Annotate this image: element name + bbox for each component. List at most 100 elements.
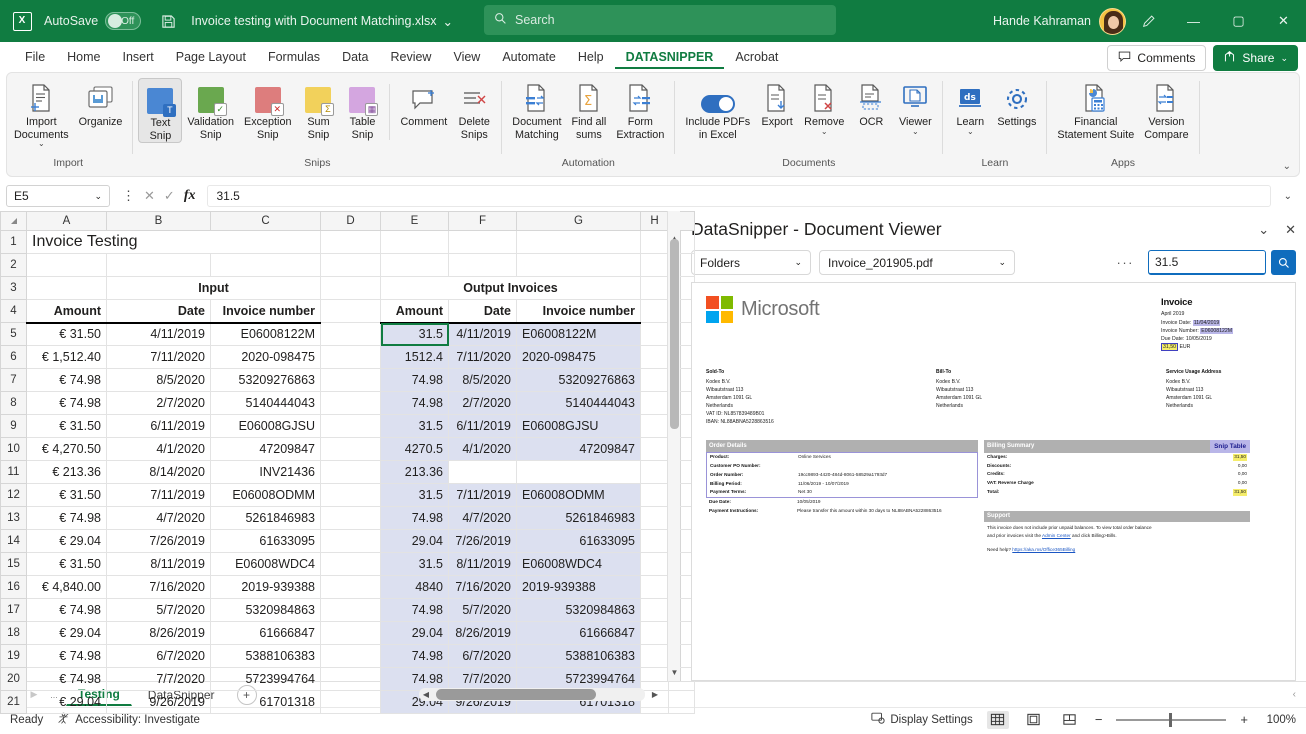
table-row[interactable]: 18€ 29.048/26/20196166684729.048/26/2019…: [1, 622, 695, 645]
folder-select[interactable]: Folders ⌄: [691, 250, 811, 275]
cell-empty[interactable]: [27, 254, 107, 277]
cell-output-date[interactable]: 8/11/2019: [449, 553, 517, 576]
column-header-G[interactable]: G: [517, 212, 641, 231]
row-header-3[interactable]: 3: [1, 277, 27, 300]
page-layout-view-button[interactable]: [1023, 711, 1045, 729]
row-header-4[interactable]: 4: [1, 300, 27, 323]
comment-button[interactable]: Comment: [395, 78, 452, 129]
cell-empty[interactable]: [641, 231, 669, 254]
ribbon-tab-help[interactable]: Help: [567, 46, 615, 68]
cell-output-invoice[interactable]: 61633095: [517, 530, 641, 553]
cell-output-amount[interactable]: 31.5: [381, 553, 449, 576]
cell-input-invoice[interactable]: 5320984863: [211, 599, 321, 622]
ribbon-tab-automate[interactable]: Automate: [491, 46, 567, 68]
cell-output-date[interactable]: 5/7/2020: [449, 599, 517, 622]
chevron-down-icon[interactable]: ⌄: [442, 14, 452, 29]
cell-output-invoice[interactable]: 5320984863: [517, 599, 641, 622]
row-header-7[interactable]: 7: [1, 369, 27, 392]
ribbon-tab-review[interactable]: Review: [379, 46, 442, 68]
cell-output-amount[interactable]: 31.5: [381, 484, 449, 507]
cell-empty[interactable]: [641, 576, 669, 599]
document-title[interactable]: Invoice testing with Document Matching.x…: [191, 14, 453, 29]
table-row[interactable]: 9€ 31.506/11/2019E06008GJSU31.56/11/2019…: [1, 415, 695, 438]
pen-icon[interactable]: [1126, 0, 1171, 42]
viewer-more-options-icon[interactable]: ···: [1117, 255, 1141, 270]
cell-input-amount[interactable]: € 213.36: [27, 461, 107, 484]
settings-button[interactable]: Settings: [992, 78, 1041, 129]
admin-center-link[interactable]: Admin Center: [1042, 533, 1071, 538]
zoom-in-button[interactable]: +: [1240, 712, 1248, 727]
zoom-level[interactable]: 100%: [1262, 714, 1296, 726]
invoice-number-snip[interactable]: E06008122M: [1200, 328, 1233, 334]
cell-output-date[interactable]: 8/5/2020: [449, 369, 517, 392]
row-header-18[interactable]: 18: [1, 622, 27, 645]
snip-table-button[interactable]: Snip Table: [1210, 440, 1250, 452]
include-pdfs-toggle[interactable]: Include PDFsin Excel: [680, 78, 755, 141]
header-input-amount[interactable]: Amount: [27, 300, 107, 323]
learn-button[interactable]: ds Learn ⌄: [948, 78, 992, 135]
column-header-C[interactable]: C: [211, 212, 321, 231]
viewer-button[interactable]: Viewer ⌄: [893, 78, 937, 135]
cell-input-amount[interactable]: € 74.98: [27, 668, 107, 691]
expand-formula-bar-icon[interactable]: ⌄: [1276, 191, 1300, 202]
maximize-button[interactable]: ▢: [1216, 0, 1261, 42]
table-row[interactable]: 8€ 74.982/7/2020514044404374.982/7/20205…: [1, 392, 695, 415]
cell-input-date[interactable]: 8/26/2019: [107, 622, 211, 645]
cell-input-date[interactable]: 8/11/2019: [107, 553, 211, 576]
cell-empty[interactable]: [321, 415, 381, 438]
row-header-11[interactable]: 11: [1, 461, 27, 484]
column-header-E[interactable]: E: [381, 212, 449, 231]
chevron-down-icon[interactable]: ⌄: [1280, 53, 1288, 64]
cell-input-amount[interactable]: € 74.98: [27, 392, 107, 415]
chevron-down-icon[interactable]: ⌄: [998, 257, 1006, 268]
cell-input-amount[interactable]: € 4,840.00: [27, 576, 107, 599]
table-row[interactable]: 6€ 1,512.407/11/20202020-0984751512.47/1…: [1, 346, 695, 369]
text-snip-button[interactable]: T TextSnip: [138, 78, 182, 143]
scroll-down-icon[interactable]: ▼: [668, 665, 681, 679]
table-row[interactable]: 15€ 31.508/11/2019E06008WDC431.58/11/201…: [1, 553, 695, 576]
table-row[interactable]: 17€ 74.985/7/2020532098486374.985/7/2020…: [1, 599, 695, 622]
scroll-right-icon[interactable]: ▶: [648, 688, 663, 701]
cell-empty[interactable]: [321, 622, 381, 645]
row-header-20[interactable]: 20: [1, 668, 27, 691]
minimize-button[interactable]: —: [1171, 0, 1216, 42]
chevron-down-icon[interactable]: ⌄: [821, 129, 828, 135]
cell-output-invoice[interactable]: 2020-098475: [517, 346, 641, 369]
cell-input-date[interactable]: 8/5/2020: [107, 369, 211, 392]
cell-output-date[interactable]: 7/26/2019: [449, 530, 517, 553]
version-compare-button[interactable]: VersionCompare: [1139, 78, 1193, 141]
row-header-2[interactable]: 2: [1, 254, 27, 277]
hscrollbar-thumb[interactable]: [436, 689, 596, 700]
pdf-document-pane[interactable]: Microsoft Invoice April 2019 Invoice Dat…: [691, 282, 1296, 681]
billing-summary-value-snip[interactable]: 31,50: [1233, 454, 1247, 461]
file-select[interactable]: Invoice_201905.pdf ⌄: [819, 250, 1015, 275]
billing-summary-value-snip[interactable]: 31,50: [1233, 489, 1247, 496]
cell-input-invoice[interactable]: 5140444043: [211, 392, 321, 415]
cell-output-invoice[interactable]: 5388106383: [517, 645, 641, 668]
cell-output-amount[interactable]: 74.98: [381, 392, 449, 415]
column-header-H[interactable]: H: [641, 212, 669, 231]
cell-empty[interactable]: [641, 323, 669, 346]
cell-empty[interactable]: [321, 576, 381, 599]
cell-output-amount[interactable]: 4270.5: [381, 438, 449, 461]
cell-empty[interactable]: [641, 622, 669, 645]
cell-output-invoice[interactable]: 53209276863: [517, 369, 641, 392]
table-row[interactable]: 19€ 74.986/7/2020538810638374.986/7/2020…: [1, 645, 695, 668]
form-extraction-button[interactable]: FormExtraction: [611, 78, 669, 141]
cell-empty[interactable]: [381, 254, 449, 277]
ribbon-tab-datasnipper[interactable]: DATASNIPPER: [615, 46, 725, 69]
horizontal-scrollbar[interactable]: ◀ ▶: [419, 688, 645, 701]
cell-empty[interactable]: [641, 392, 669, 415]
cell-input-amount[interactable]: € 1,512.40: [27, 346, 107, 369]
header-input-invoice[interactable]: Invoice number: [211, 300, 321, 323]
scrollbar-thumb[interactable]: [670, 239, 679, 429]
header-input-date[interactable]: Date: [107, 300, 211, 323]
table-row[interactable]: 10€ 4,270.504/1/2020472098474270.54/1/20…: [1, 438, 695, 461]
autosave-control[interactable]: AutoSave Off: [44, 12, 141, 30]
cell-empty[interactable]: [321, 277, 381, 300]
ribbon-tab-file[interactable]: File: [14, 46, 56, 68]
save-icon[interactable]: [155, 14, 181, 29]
output-section-header[interactable]: Output Invoices: [381, 277, 641, 300]
cell-input-amount[interactable]: € 31.50: [27, 484, 107, 507]
cell-empty[interactable]: [641, 254, 669, 277]
